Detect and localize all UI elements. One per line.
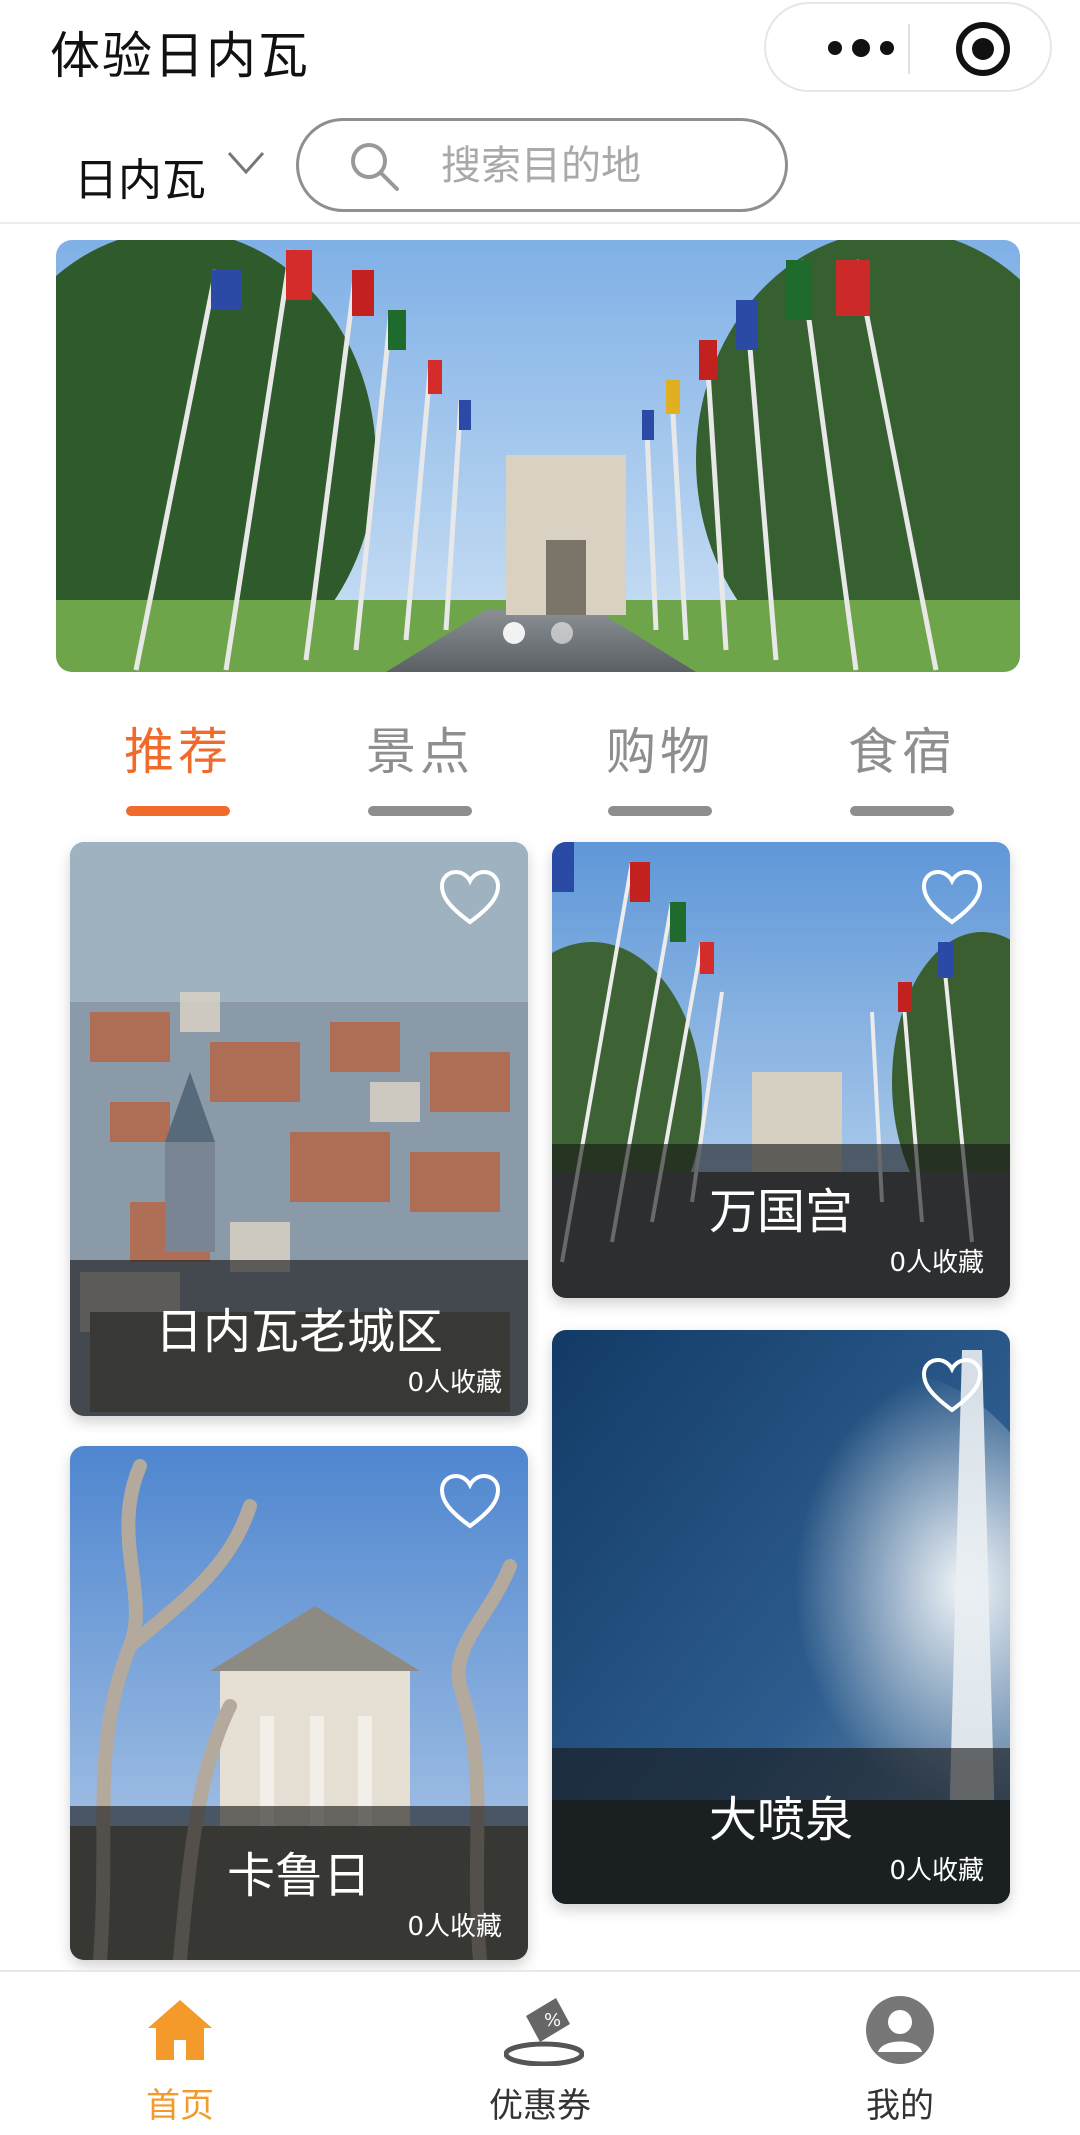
favorite-count: 0人收藏 xyxy=(407,1912,502,1942)
page-title: 体验日内瓦 xyxy=(50,27,310,85)
nav-label: 首页 xyxy=(146,2086,214,2126)
attraction-card[interactable]: 万国宫 0人收藏 xyxy=(552,842,1010,1298)
search-input[interactable] xyxy=(439,137,763,195)
svg-text:%: % xyxy=(544,2010,561,2031)
more-dot-icon xyxy=(828,41,842,55)
more-dot-icon xyxy=(852,39,870,57)
banner-carousel[interactable] xyxy=(56,240,1020,672)
capsule-divider xyxy=(908,24,910,74)
tab-food-lodging[interactable]: 食宿 xyxy=(832,712,972,816)
carousel-indicator xyxy=(56,622,1020,644)
heart-icon[interactable] xyxy=(438,1472,502,1530)
search-icon xyxy=(351,143,399,191)
nav-coupons[interactable]: % 优惠券 xyxy=(440,1972,640,2135)
mini-program-capsule xyxy=(764,2,1052,92)
tab-label: 食宿 xyxy=(848,723,956,781)
card-title: 日内瓦老城区 xyxy=(154,1304,443,1360)
chevron-down-icon[interactable] xyxy=(226,148,266,178)
nav-home[interactable]: 首页 xyxy=(80,1972,280,2135)
tab-label: 购物 xyxy=(606,723,714,781)
banner-image xyxy=(56,240,1020,672)
card-title: 万国宫 xyxy=(708,1184,853,1240)
tab-shopping[interactable]: 购物 xyxy=(590,712,730,816)
favorite-count: 0人收藏 xyxy=(889,1248,984,1278)
heart-icon[interactable] xyxy=(920,1356,984,1414)
nav-profile[interactable]: 我的 xyxy=(800,1972,1000,2135)
search-bar[interactable] xyxy=(296,118,788,212)
attraction-card[interactable]: 卡鲁日 0人收藏 xyxy=(70,1446,528,1960)
tab-label: 景点 xyxy=(366,723,474,781)
close-mini-program-button[interactable] xyxy=(956,22,1010,76)
tab-attractions[interactable]: 景点 xyxy=(350,712,490,816)
tab-underline xyxy=(368,806,472,816)
bottom-tab-bar: 首页 % 优惠券 我的 xyxy=(0,1970,1080,2135)
tab-underline xyxy=(608,806,712,816)
card-title: 卡鲁日 xyxy=(226,1848,371,1904)
header-divider xyxy=(0,222,1080,224)
tab-underline xyxy=(126,806,230,816)
attraction-card[interactable]: 大喷泉 0人收藏 xyxy=(552,1330,1010,1904)
heart-icon[interactable] xyxy=(438,868,502,926)
tab-underline xyxy=(850,806,954,816)
city-selector[interactable]: 日内瓦 xyxy=(74,144,206,208)
home-icon xyxy=(148,2000,212,2060)
nav-label: 优惠券 xyxy=(489,2086,591,2126)
favorite-count: 0人收藏 xyxy=(407,1368,502,1398)
title-bar: 体验日内瓦 xyxy=(0,0,1080,100)
carousel-dot[interactable] xyxy=(503,622,525,644)
carousel-dot[interactable] xyxy=(551,622,573,644)
more-menu-button[interactable] xyxy=(806,24,916,72)
coupon-icon: % xyxy=(504,1998,584,2066)
card-title: 大喷泉 xyxy=(708,1792,853,1848)
nav-label: 我的 xyxy=(866,2086,934,2126)
favorite-count: 0人收藏 xyxy=(889,1856,984,1886)
tab-label: 推荐 xyxy=(124,723,232,781)
attraction-card[interactable]: 日内瓦老城区 0人收藏 xyxy=(70,842,528,1416)
user-icon xyxy=(866,1996,934,2064)
tab-recommend[interactable]: 推荐 xyxy=(108,712,248,816)
more-dot-icon xyxy=(880,41,894,55)
heart-icon[interactable] xyxy=(920,868,984,926)
